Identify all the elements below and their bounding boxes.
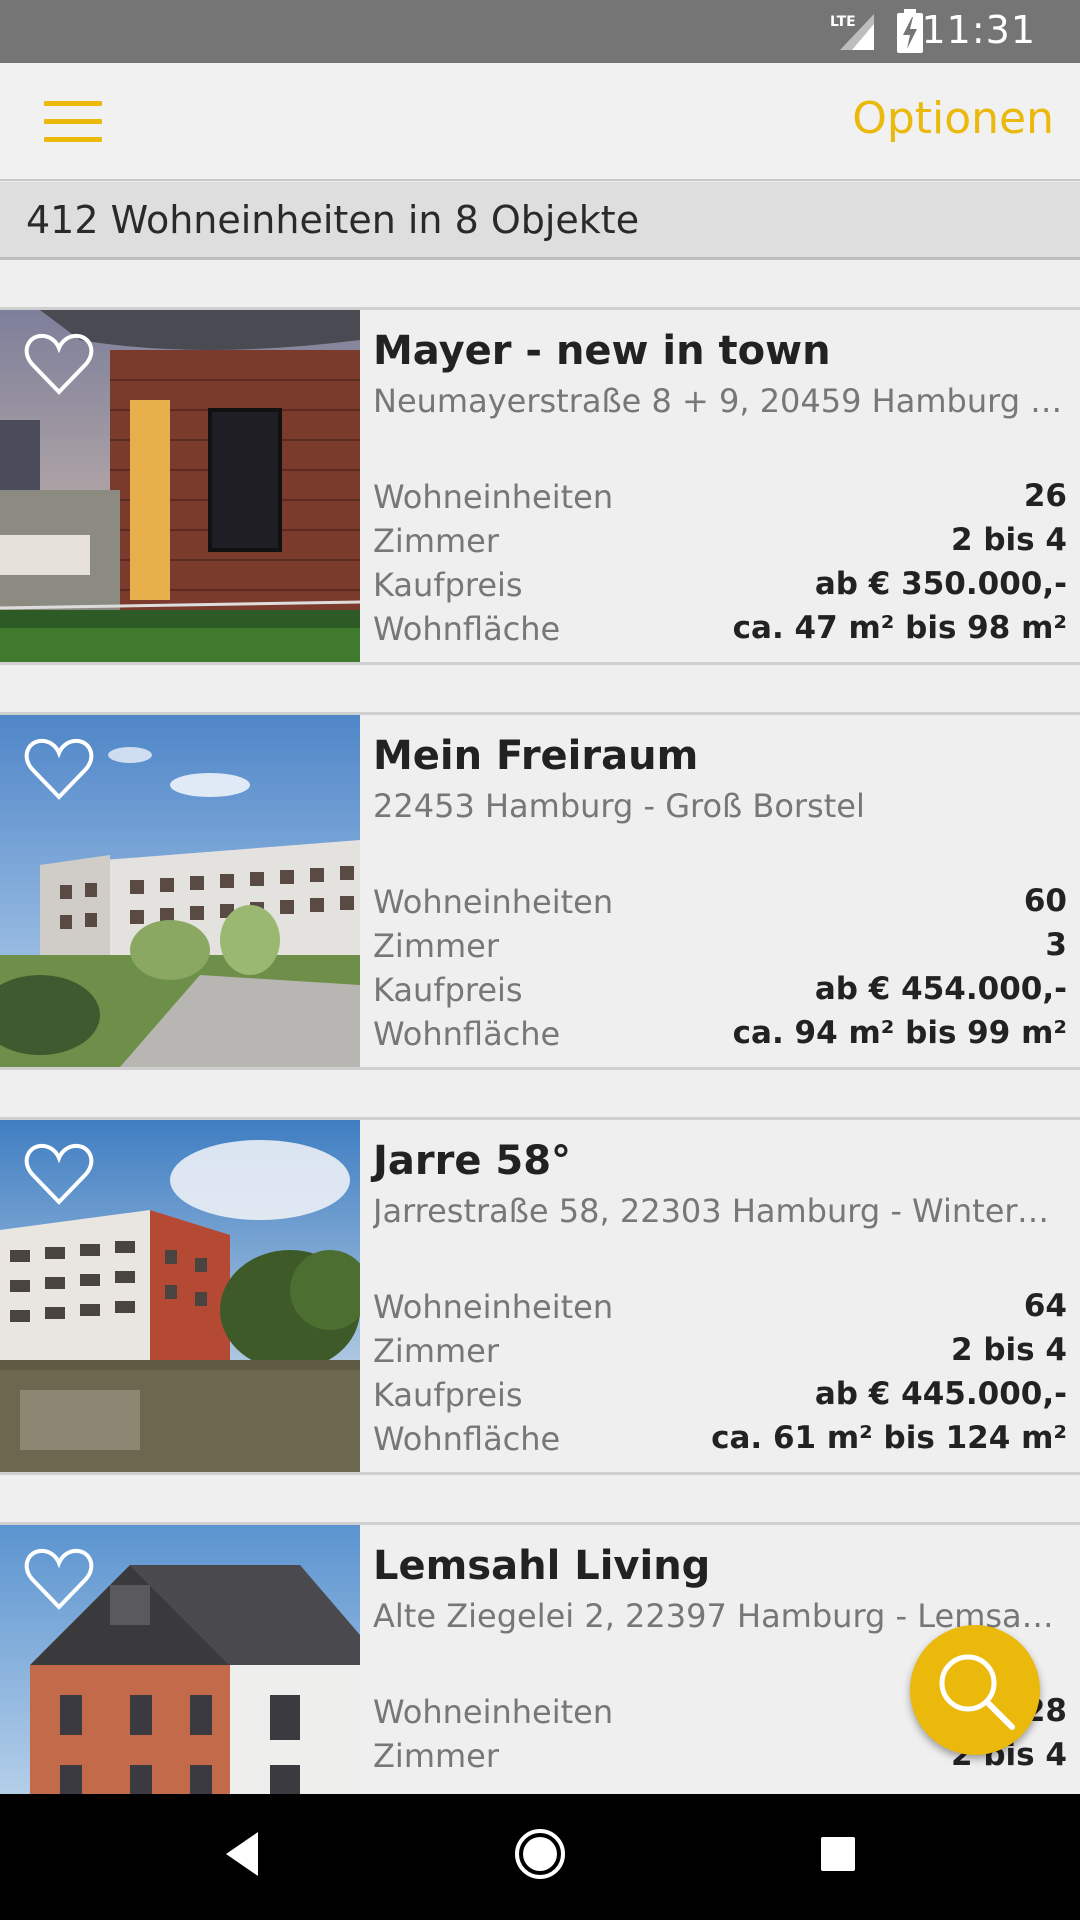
detail-label: Kaufpreis bbox=[373, 971, 523, 1009]
detail-label: Wohnfläche bbox=[373, 1420, 561, 1458]
detail-label: Zimmer bbox=[373, 927, 499, 965]
listing-photo bbox=[0, 310, 360, 662]
system-nav-bar bbox=[0, 1794, 1080, 1920]
detail-label: Kaufpreis bbox=[373, 1376, 523, 1414]
detail-value: 2 bis 4 bbox=[951, 1332, 1067, 1368]
listing-card[interactable]: Mayer - new in town Neumayerstraße 8 + 9… bbox=[0, 307, 1080, 665]
results-count: 412 Wohneinheiten in 8 Objekte bbox=[26, 198, 640, 242]
detail-value: 64 bbox=[1023, 1288, 1067, 1324]
listing-card[interactable]: Mein Freiraum 22453 Hamburg - Groß Borst… bbox=[0, 712, 1080, 1070]
heart-outline-icon[interactable] bbox=[24, 332, 94, 396]
hamburger-menu-icon[interactable] bbox=[44, 101, 104, 145]
detail-row: Kaufpreis ab € 350.000,- bbox=[373, 566, 1067, 610]
detail-row: Wohneinheiten 64 bbox=[373, 1288, 1067, 1332]
detail-label: Wohnfläche bbox=[373, 1015, 561, 1053]
detail-row: Wohneinheiten 60 bbox=[373, 883, 1067, 927]
home-circle-icon[interactable] bbox=[510, 1824, 570, 1884]
listing-photo bbox=[0, 1120, 360, 1472]
lte-signal-icon: LTE bbox=[830, 14, 874, 50]
detail-label: Zimmer bbox=[373, 522, 499, 560]
listing-address: Jarrestraße 58, 22303 Hamburg - Winterh.… bbox=[373, 1192, 1063, 1230]
detail-value: 60 bbox=[1023, 883, 1067, 919]
listing-address: Neumayerstraße 8 + 9, 20459 Hamburg -... bbox=[373, 382, 1063, 420]
detail-value: 3 bbox=[1045, 927, 1067, 963]
detail-value: 26 bbox=[1023, 478, 1067, 514]
detail-row: Zimmer 3 bbox=[373, 927, 1067, 971]
detail-row: Kaufpreis ab € 454.000,- bbox=[373, 971, 1067, 1015]
heart-outline-icon[interactable] bbox=[24, 1142, 94, 1206]
search-button[interactable] bbox=[910, 1625, 1040, 1755]
listing-title: Mayer - new in town bbox=[373, 328, 831, 374]
detail-label: Wohneinheiten bbox=[373, 1693, 614, 1731]
detail-value: ab € 445.000,- bbox=[814, 1376, 1067, 1412]
detail-value: ca. 61 m² bis 124 m² bbox=[711, 1420, 1067, 1456]
detail-label: Wohnfläche bbox=[373, 610, 561, 648]
detail-row: Wohneinheiten 26 bbox=[373, 478, 1067, 522]
detail-row: Wohnfläche ca. 47 m² bis 98 m² bbox=[373, 610, 1067, 654]
screen: LTE 11:31 Optionen 412 Wohneinheiten in … bbox=[0, 0, 1080, 1920]
detail-value: ca. 47 m² bis 98 m² bbox=[732, 610, 1067, 646]
listing-title: Mein Freiraum bbox=[373, 733, 699, 779]
listing-photo bbox=[0, 715, 360, 1067]
app-bar: Optionen bbox=[0, 63, 1080, 181]
listing-details: Wohneinheiten 26 Zimmer 2 bis 4 Kaufpreis a… bbox=[373, 478, 1067, 654]
detail-row: Zimmer 2 bis 4 bbox=[373, 522, 1067, 566]
results-summary-bar: 412 Wohneinheiten in 8 Objekte bbox=[0, 182, 1080, 260]
detail-value: ab € 454.000,- bbox=[814, 971, 1067, 1007]
listing-title: Lemsahl Living bbox=[373, 1543, 711, 1589]
detail-row: Zimmer 2 bis 4 bbox=[373, 1332, 1067, 1376]
detail-label: Wohneinheiten bbox=[373, 478, 614, 516]
detail-row: Wohnfläche ca. 61 m² bis 124 m² bbox=[373, 1420, 1067, 1464]
battery-charging-icon bbox=[897, 9, 923, 53]
heart-outline-icon[interactable] bbox=[24, 1547, 94, 1611]
detail-row: Wohnfläche ca. 94 m² bis 99 m² bbox=[373, 1015, 1067, 1059]
listing-details: Wohneinheiten 60 Zimmer 3 Kaufpreis ab € 45… bbox=[373, 883, 1067, 1059]
detail-value: ab € 350.000,- bbox=[814, 566, 1067, 602]
listing-details: Wohneinheiten 64 Zimmer 2 bis 4 Kaufpreis a… bbox=[373, 1288, 1067, 1464]
detail-label: Wohneinheiten bbox=[373, 883, 614, 921]
detail-label: Zimmer bbox=[373, 1332, 499, 1370]
back-triangle-icon[interactable] bbox=[222, 1824, 262, 1884]
listing-title: Jarre 58° bbox=[373, 1138, 572, 1184]
status-bar: LTE 11:31 bbox=[0, 0, 1080, 63]
network-label: LTE bbox=[830, 14, 856, 30]
detail-value: 2 bis 4 bbox=[951, 522, 1067, 558]
heart-outline-icon[interactable] bbox=[24, 737, 94, 801]
clock: 11:31 bbox=[921, 8, 1036, 52]
detail-label: Kaufpreis bbox=[373, 566, 523, 604]
recents-square-icon[interactable] bbox=[818, 1824, 858, 1884]
search-icon bbox=[939, 1654, 1015, 1730]
options-button[interactable]: Optionen bbox=[852, 93, 1054, 144]
detail-label: Zimmer bbox=[373, 1737, 499, 1775]
detail-label: Wohneinheiten bbox=[373, 1288, 614, 1326]
listing-address: 22453 Hamburg - Groß Borstel bbox=[373, 787, 865, 825]
listing-card[interactable]: Jarre 58° Jarrestraße 58, 22303 Hamburg … bbox=[0, 1117, 1080, 1475]
detail-row: Kaufpreis ab € 445.000,- bbox=[373, 1376, 1067, 1420]
detail-value: ca. 94 m² bis 99 m² bbox=[732, 1015, 1067, 1051]
